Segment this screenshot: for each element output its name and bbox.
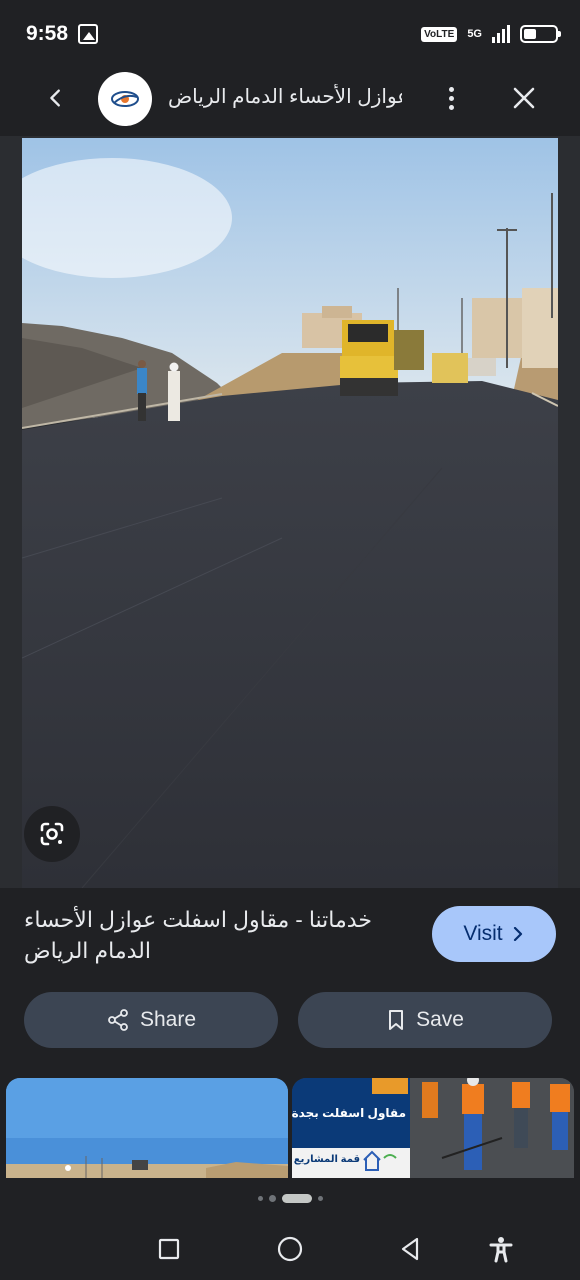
related-thumbnail[interactable]: مقاول اسفلت بجدة قمة المشاريع (292, 1078, 574, 1178)
site-logo-icon (111, 91, 139, 107)
recents-button[interactable] (152, 1232, 186, 1266)
status-bar: 9:58 VoLTE 5G (0, 0, 580, 64)
back-nav-button[interactable] (393, 1232, 427, 1266)
back-button[interactable] (38, 80, 74, 116)
pager-dot (257, 1195, 263, 1201)
battery-icon (520, 25, 561, 43)
more-vert-icon (448, 86, 454, 92)
pager-dot-active (281, 1193, 312, 1203)
back-triangle-icon (401, 1237, 419, 1261)
pager-dot (268, 1194, 276, 1202)
volte-badge: VoLTE (421, 26, 458, 42)
share-button[interactable]: Share (24, 992, 278, 1048)
bookmark-icon (389, 1010, 404, 1030)
gallery-icon (78, 24, 98, 44)
image-viewer (0, 136, 580, 888)
status-time: 9:58 (26, 22, 69, 45)
system-nav-bar (0, 1218, 580, 1280)
more-options-button[interactable] (436, 80, 466, 116)
save-button[interactable]: Save (298, 992, 552, 1048)
recents-icon (158, 1238, 180, 1260)
home-button[interactable] (273, 1232, 307, 1266)
chevron-right-icon (513, 927, 522, 941)
related-thumbnail[interactable] (6, 1078, 288, 1178)
lens-search-button[interactable] (24, 806, 80, 862)
pager-dot (317, 1195, 323, 1201)
back-arrow-icon (50, 89, 60, 107)
google-lens-icon (40, 822, 64, 846)
result-caption: خدماتنا - مقاول اسفلت عوازل الأحساء الدم… (24, 907, 372, 963)
main-image[interactable] (22, 138, 558, 888)
signal-icon (492, 25, 510, 43)
top-app-bar: عوازل الأحساء الدمام الرياض... (0, 64, 580, 136)
visit-label: Visit (463, 922, 503, 945)
related-images: مقاول اسفلت بجدة قمة المشاريع (0, 1078, 580, 1178)
site-title[interactable]: عوازل الأحساء الدمام الرياض... (168, 84, 402, 114)
visit-button[interactable]: Visit (432, 906, 556, 962)
close-button[interactable] (506, 80, 542, 116)
carousel-pager (0, 1190, 580, 1206)
thumbnail-brand: قمة المشاريع (293, 1154, 360, 1165)
thumbnail-heading: مقاول اسفلت بجدة (292, 1106, 406, 1120)
accessibility-icon (489, 1237, 513, 1263)
share-icon (108, 1009, 128, 1031)
save-label: Save (416, 1008, 464, 1031)
share-label: Share (139, 1008, 197, 1031)
network-type: 5G (467, 27, 482, 40)
status-indicators: VoLTE 5G (421, 20, 561, 48)
close-icon (513, 87, 535, 109)
site-avatar[interactable] (98, 72, 152, 126)
accessibility-button[interactable] (484, 1232, 518, 1266)
home-icon (277, 1236, 303, 1262)
